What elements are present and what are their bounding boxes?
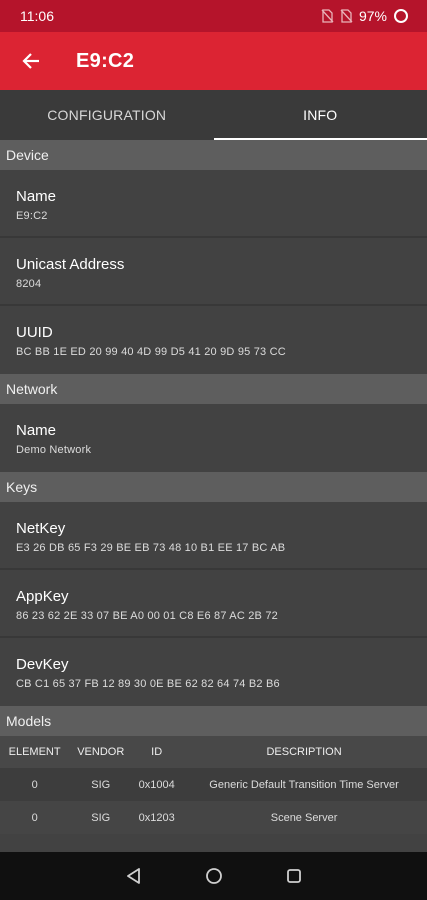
column-header-id: ID [132,736,182,768]
no-sim-icon [321,9,334,23]
item-label: DevKey [16,656,69,673]
square-recents-icon[interactable] [285,867,303,885]
item-value: 86 23 62 2E 33 07 BE A0 00 01 C8 E6 87 A… [16,610,278,622]
tab-info[interactable]: INFO [213,90,427,140]
item-value: 8204 [16,278,42,290]
battery-percent: 97% [358,8,387,24]
item-value: E3 26 DB 65 F3 29 BE EB 73 48 10 B1 EE 1… [16,542,286,554]
cell-id: 0x1203 [132,801,182,834]
app-bar: E9:C2 [0,32,427,90]
section-header-keys: Keys [0,472,427,502]
appkey-item[interactable]: AppKey 86 23 62 2E 33 07 BE A0 00 01 C8 … [0,570,427,638]
models-table: ELEMENT VENDOR ID DESCRIPTION 0 SIG 0x10… [0,736,427,834]
section-header-models: Models [0,706,427,736]
table-row[interactable]: 0 SIG 0x1004 Generic Default Transition … [0,768,427,801]
arrow-left-icon[interactable] [18,48,44,74]
triangle-back-icon[interactable] [125,867,143,885]
item-value: E9:C2 [16,210,48,222]
item-value: CB C1 65 37 FB 12 89 30 0E BE 62 82 64 7… [16,678,280,690]
cell-vendor: SIG [69,768,133,801]
cell-element: 0 [0,801,70,834]
cell-description: Generic Default Transition Time Server [181,768,427,801]
cell-vendor: SIG [69,801,133,834]
system-nav-bar [0,852,427,900]
network-name-item[interactable]: Name Demo Network [0,404,427,472]
column-header-element: ELEMENT [0,736,70,768]
section-header-network: Network [0,374,427,404]
info-content[interactable]: Device Name E9:C2 Unicast Address 8204 U… [0,140,427,852]
status-bar: 11:06 97% [0,0,427,32]
status-icons: 97% [321,8,409,24]
table-row[interactable]: 0 SIG 0x1203 Scene Server [0,801,427,834]
netkey-item[interactable]: NetKey E3 26 DB 65 F3 29 BE EB 73 48 10 … [0,502,427,570]
column-header-vendor: VENDOR [69,736,133,768]
item-label: NetKey [16,520,66,537]
tab-configuration[interactable]: CONFIGURATION [0,90,214,140]
cell-element: 0 [0,768,70,801]
section-header-device: Device [0,140,427,170]
cell-id: 0x1004 [132,768,182,801]
device-name-item[interactable]: Name E9:C2 [0,170,427,238]
item-label: UUID [16,324,53,341]
status-time: 11:06 [20,8,54,24]
uuid-item[interactable]: UUID BC BB 1E ED 20 99 40 4D 99 D5 41 20… [0,306,427,374]
tab-bar: CONFIGURATION INFO [0,90,427,140]
page-title: E9:C2 [76,49,135,72]
column-header-description: DESCRIPTION [181,736,427,768]
item-label: Name [16,422,57,439]
item-label: Name [16,188,57,205]
item-label: Unicast Address [16,256,125,273]
item-value: Demo Network [16,444,92,456]
unicast-address-item[interactable]: Unicast Address 8204 [0,238,427,306]
item-value: BC BB 1E ED 20 99 40 4D 99 D5 41 20 9D 9… [16,346,286,358]
battery-ring-icon [394,9,408,23]
item-label: AppKey [16,588,69,605]
devkey-item[interactable]: DevKey CB C1 65 37 FB 12 89 30 0E BE 62 … [0,638,427,706]
cell-description: Scene Server [181,801,427,834]
no-sim-icon-2 [340,9,353,23]
circle-home-icon[interactable] [205,867,223,885]
